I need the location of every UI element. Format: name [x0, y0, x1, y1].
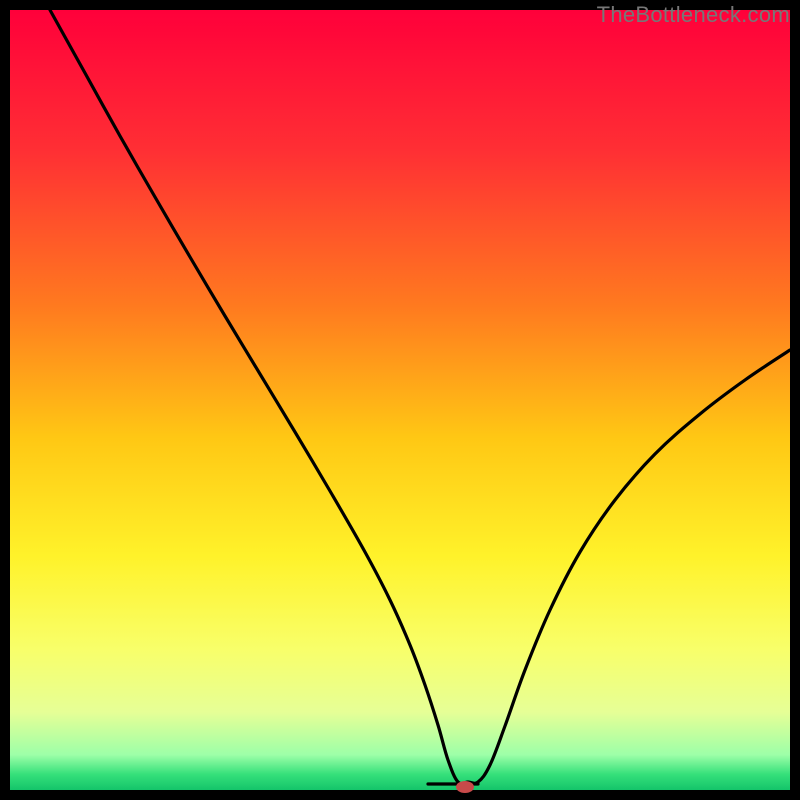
bottleneck-chart: [0, 0, 800, 800]
gradient-background: [10, 10, 790, 790]
optimal-point-marker: [456, 781, 474, 793]
watermark-text: TheBottleneck.com: [597, 2, 790, 28]
chart-stage: TheBottleneck.com: [0, 0, 800, 800]
